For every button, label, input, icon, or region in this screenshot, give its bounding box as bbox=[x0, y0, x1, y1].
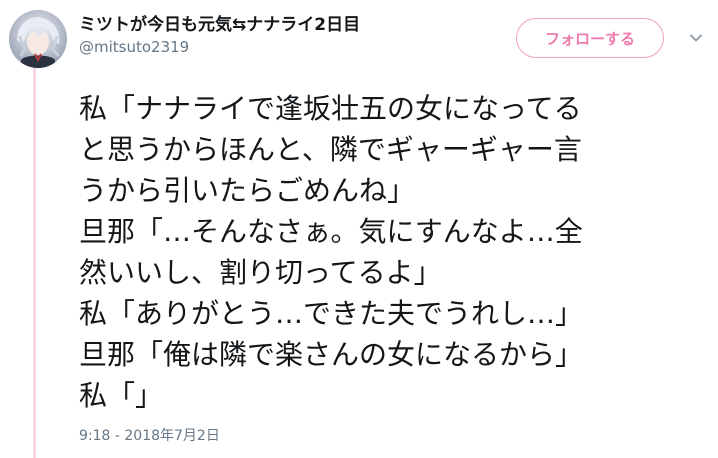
display-name[interactable]: ミツトが今日も元気⇆ナナライ2日目 bbox=[79, 10, 360, 35]
follow-button[interactable]: フォローする bbox=[516, 18, 664, 58]
tweet-line: 旦那「俺は隣で楽さんの女になるから」 bbox=[79, 338, 584, 371]
tweet-timestamp[interactable]: 9:18 - 2018年7月2日 bbox=[79, 425, 220, 445]
tweet-line: 私「」 bbox=[79, 379, 164, 412]
tweet-line: 然いいし、割り切ってるよ」 bbox=[79, 256, 442, 289]
thread-line bbox=[33, 66, 36, 458]
tweet-line: 私「ナナライで逢坂壮五の女になってる bbox=[79, 92, 582, 125]
avatar[interactable] bbox=[9, 10, 67, 68]
tweet-text: 私「ナナライで逢坂壮五の女になってる と思うからほんと、隣でギャーギャー言 うか… bbox=[79, 88, 709, 416]
avatar-image bbox=[9, 10, 67, 68]
chevron-down-icon[interactable] bbox=[689, 31, 703, 45]
tweet-line: 旦那「…そんなさぁ。気にすんなよ…全 bbox=[79, 215, 583, 248]
user-handle[interactable]: @mitsuto2319 bbox=[79, 38, 189, 56]
tweet-line: と思うからほんと、隣でギャーギャー言 bbox=[79, 133, 582, 166]
tweet-line: 私「ありがとう…できた夫でうれし…」 bbox=[79, 297, 584, 330]
tweet-line: うから引いたらごめんね」 bbox=[79, 174, 416, 207]
